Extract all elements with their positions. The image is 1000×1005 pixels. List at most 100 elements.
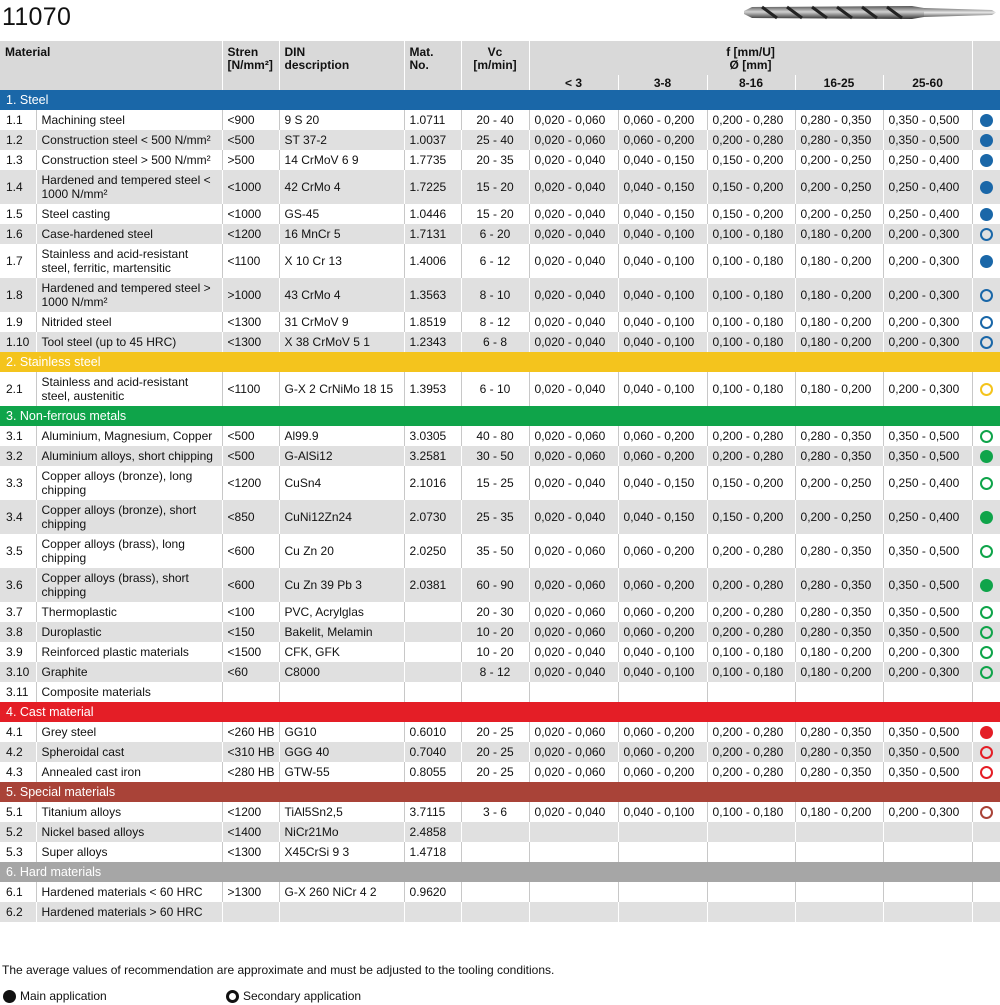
material-name: Composite materials: [36, 682, 223, 702]
material-name: Super alloys: [36, 842, 223, 862]
material-number: 3.7115: [404, 802, 462, 822]
material-name: Construction steel > 500 N/mm²: [36, 150, 223, 170]
feed-value: 0,200 - 0,250: [795, 170, 884, 204]
material-name: Case-hardened steel: [36, 224, 223, 244]
row-number: 4.1: [0, 722, 37, 742]
cutting-speed: 25 - 40: [461, 130, 530, 150]
din-description: X 38 CrMoV 5 1: [279, 332, 405, 352]
strength: <600: [222, 534, 280, 568]
din-description: 42 CrMo 4: [279, 170, 405, 204]
feed-value: 0,040 - 0,100: [618, 802, 708, 822]
row-number: 6.2: [0, 902, 37, 922]
din-description: 9 S 20: [279, 110, 405, 130]
feed-value: 0,020 - 0,040: [529, 150, 619, 170]
feed-value: 0,200 - 0,300: [883, 802, 973, 822]
strength: <1300: [222, 332, 280, 352]
material-number: 1.8519: [404, 312, 462, 332]
ring-circle-icon: [979, 665, 993, 679]
table-row: 3.2 Aluminium alloys, short chipping <500 G…: [0, 446, 1000, 466]
din-description: TiAl5Sn2,5: [279, 802, 405, 822]
material-name: Copper alloys (bronze), short chipping: [36, 500, 223, 534]
din-description: 31 CrMoV 9: [279, 312, 405, 332]
feed-value: 0,020 - 0,040: [529, 204, 619, 224]
legend-secondary-label: Secondary application: [243, 989, 362, 1003]
feed-value: 0,100 - 0,180: [707, 642, 796, 662]
strength: <1200: [222, 224, 280, 244]
feed-value: [795, 882, 884, 902]
section-header: 6. Hard materials: [0, 862, 1000, 882]
strength: <500: [222, 446, 280, 466]
row-number: 3.4: [0, 500, 37, 534]
application-marker: [972, 130, 1000, 150]
application-marker: [972, 902, 1000, 922]
filled-circle-icon: [979, 153, 993, 167]
application-marker: [972, 882, 1000, 902]
feed-value: [883, 822, 973, 842]
section-label: 6. Hard materials: [0, 862, 1000, 882]
feed-value: 0,100 - 0,180: [707, 372, 796, 406]
material-number: 1.2343: [404, 332, 462, 352]
feed-value: 0,180 - 0,200: [795, 224, 884, 244]
feed-value: [795, 902, 884, 922]
feed-value: 0,280 - 0,350: [795, 602, 884, 622]
material-name: Spheroidal cast: [36, 742, 223, 762]
row-number: 3.10: [0, 662, 37, 682]
din-description: ST 37-2: [279, 130, 405, 150]
feed-value: 0,250 - 0,400: [883, 204, 973, 224]
strength: <1200: [222, 466, 280, 500]
material-name: Construction steel < 500 N/mm²: [36, 130, 223, 150]
table-row: 1.3 Construction steel > 500 N/mm² >500 14 …: [0, 150, 1000, 170]
feed-value: [883, 842, 973, 862]
cutting-speed: 15 - 20: [461, 204, 530, 224]
feed-value: 0,100 - 0,180: [707, 278, 796, 312]
din-description: G-X 260 NiCr 4 2: [279, 882, 405, 902]
material-number: 2.0381: [404, 568, 462, 602]
application-marker: [972, 822, 1000, 842]
feed-value: 0,200 - 0,280: [707, 130, 796, 150]
feed-value: 0,020 - 0,040: [529, 802, 619, 822]
feed-value: 0,280 - 0,350: [795, 110, 884, 130]
table-row: 3.11 Composite materials: [0, 682, 1000, 702]
feed-value: 0,280 - 0,350: [795, 534, 884, 568]
table-row: 1.4 Hardened and tempered steel < 1000 N/…: [0, 170, 1000, 204]
table-row: 5.3 Super alloys <1300 X45CrSi 9 3 1.4718: [0, 842, 1000, 862]
section-label: 4. Cast material: [0, 702, 1000, 722]
cutting-speed: 8 - 12: [461, 312, 530, 332]
application-marker: [972, 278, 1000, 312]
application-marker: [972, 842, 1000, 862]
application-marker: [972, 466, 1000, 500]
table-row: 2.1 Stainless and acid-resistant steel, a…: [0, 372, 1000, 406]
cutting-speed: 20 - 25: [461, 742, 530, 762]
application-marker: [972, 204, 1000, 224]
material-number: 1.0446: [404, 204, 462, 224]
feed-value: 0,020 - 0,040: [529, 278, 619, 312]
feed-value: 0,200 - 0,280: [707, 742, 796, 762]
row-number: 3.1: [0, 426, 37, 446]
header-diameter: 16-25: [795, 75, 884, 90]
feed-value: 0,280 - 0,350: [795, 622, 884, 642]
feed-value: 0,020 - 0,060: [529, 130, 619, 150]
material-name: Aluminium alloys, short chipping: [36, 446, 223, 466]
feed-value: [707, 902, 796, 922]
row-number: 3.5: [0, 534, 37, 568]
table-row: 3.3 Copper alloys (bronze), long chipping…: [0, 466, 1000, 500]
filled-circle-icon: [979, 180, 993, 194]
material-number: 1.7225: [404, 170, 462, 204]
material-name: Duroplastic: [36, 622, 223, 642]
feed-value: 0,020 - 0,060: [529, 722, 619, 742]
header-diameter: 8-16: [707, 75, 796, 90]
header-mat-no: Mat. No.: [404, 41, 462, 90]
cutting-speed: 20 - 25: [461, 722, 530, 742]
din-description: GTW-55: [279, 762, 405, 782]
material-name: Copper alloys (brass), long chipping: [36, 534, 223, 568]
feed-value: 0,060 - 0,200: [618, 110, 708, 130]
feed-value: 0,040 - 0,100: [618, 642, 708, 662]
feed-value: [707, 882, 796, 902]
row-number: 3.9: [0, 642, 37, 662]
feed-value: 0,100 - 0,180: [707, 662, 796, 682]
feed-value: 0,020 - 0,040: [529, 332, 619, 352]
application-marker: [972, 762, 1000, 782]
header-diameter: 25-60: [883, 75, 973, 90]
feed-value: [618, 842, 708, 862]
ring-circle-icon: [979, 382, 993, 396]
